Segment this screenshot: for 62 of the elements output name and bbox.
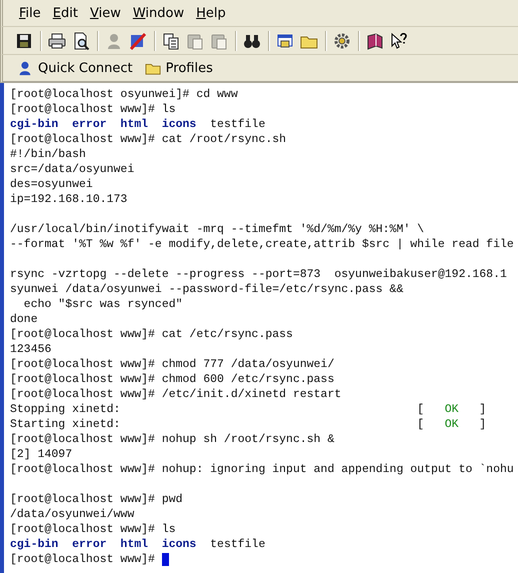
terminal-line: [root@localhost www]# nohup: ignoring input and appending output to `nohu — [10, 462, 514, 477]
terminal-line: Starting xinetd: — [10, 418, 120, 431]
directory-name: error — [72, 117, 107, 132]
terminal-line: echo "$src was rsynced" — [22, 297, 183, 312]
directory-name: icons — [162, 537, 196, 552]
person-icon — [17, 60, 33, 76]
terminal-line: [root@localhost www]# ls — [10, 522, 176, 537]
help-pointer-icon — [390, 32, 408, 50]
clipboard-icon — [186, 32, 204, 50]
directory-name: cgi-bin — [10, 537, 58, 552]
terminal-line: [2] 14097 — [10, 447, 72, 462]
directory-name: cgi-bin — [10, 117, 58, 132]
terminal-line: syunwei /data/osyunwei --password-file=/etc/rsync.pass && — [10, 282, 404, 297]
menu-item[interactable]: Window — [126, 6, 190, 20]
terminal-line: [root@localhost www]# — [10, 552, 155, 567]
status-ok: OK — [444, 417, 459, 432]
terminal-line: des=osyunwei — [10, 177, 93, 192]
terminal-line: [root@localhost www]# ls — [10, 102, 176, 117]
terminal-line: [root@localhost www]# chmod 600 /etc/rsync.pass — [10, 372, 334, 387]
bracket: ] — [479, 402, 486, 417]
menu-item[interactable]: Help — [190, 6, 232, 20]
printer-icon — [48, 32, 66, 50]
terminal-line: src=/data/osyunwei — [10, 162, 134, 177]
terminal-line: --format '%T %w %f' -e modify,delete,create,attrib $src | while read file — [10, 237, 514, 252]
terminal-line: done — [10, 312, 38, 327]
terminal-line: rsync -vzrtopg --delete --progress --port=873 osyunweibakuser@192.168.1 — [10, 267, 507, 282]
terminal-line: [root@localhost osyunwei]# cd www — [10, 87, 238, 102]
book-icon — [366, 32, 384, 50]
toolbar-button[interactable]: Quick Connect — [13, 58, 137, 78]
terminal-line: ip=192.168.10.173 — [10, 192, 128, 207]
terminal-line: /usr/local/bin/inotifywait -mrq --timefmt '%d/%m/%y %H:%M' \ — [10, 222, 424, 237]
person-icon — [105, 32, 123, 50]
directory-name: html — [120, 117, 148, 132]
window-icon — [276, 32, 294, 50]
terminal-line: 123456 — [10, 342, 52, 357]
terminal-line: [root@localhost www]# pwd — [10, 492, 183, 507]
menu-item[interactable]: View — [84, 6, 127, 20]
terminal-line: [root@localhost www]# nohup sh /root/rsync.sh & — [10, 432, 334, 447]
file-name: testfile — [210, 117, 266, 132]
gear-icon — [333, 32, 351, 50]
directory-name: html — [120, 537, 148, 552]
clipboard-icon — [210, 32, 228, 50]
directory-name: icons — [162, 117, 196, 132]
directory-name: error — [72, 537, 107, 552]
page-magnifier-icon — [72, 32, 90, 50]
bracket: ] — [479, 417, 486, 432]
terminal-line: #!/bin/bash — [10, 147, 86, 162]
copy-icon — [162, 32, 180, 50]
terminal-line: [root@localhost www]# cat /etc/rsync.pass — [10, 327, 293, 342]
terminal-line: [root@localhost www]# chmod 777 /data/osyunwei/ — [10, 357, 334, 372]
slashed-screen-icon — [129, 32, 147, 50]
terminal-line: Stopping xinetd: — [10, 403, 120, 416]
bracket: [ — [417, 417, 424, 432]
bracket: [ — [417, 402, 424, 417]
toolbar-button[interactable]: Profiles — [140, 58, 217, 78]
terminal-line: /data/osyunwei/www — [10, 507, 134, 522]
terminal-line: [root@localhost www]# /etc/init.d/xinetd restart — [10, 387, 342, 402]
terminal-line: [root@localhost www]# cat /root/rsync.sh — [10, 132, 286, 147]
menu-item[interactable]: File — [13, 6, 47, 20]
menu-item[interactable]: Edit — [46, 6, 84, 20]
file-name: testfile — [210, 537, 266, 552]
status-ok: OK — [444, 402, 459, 417]
